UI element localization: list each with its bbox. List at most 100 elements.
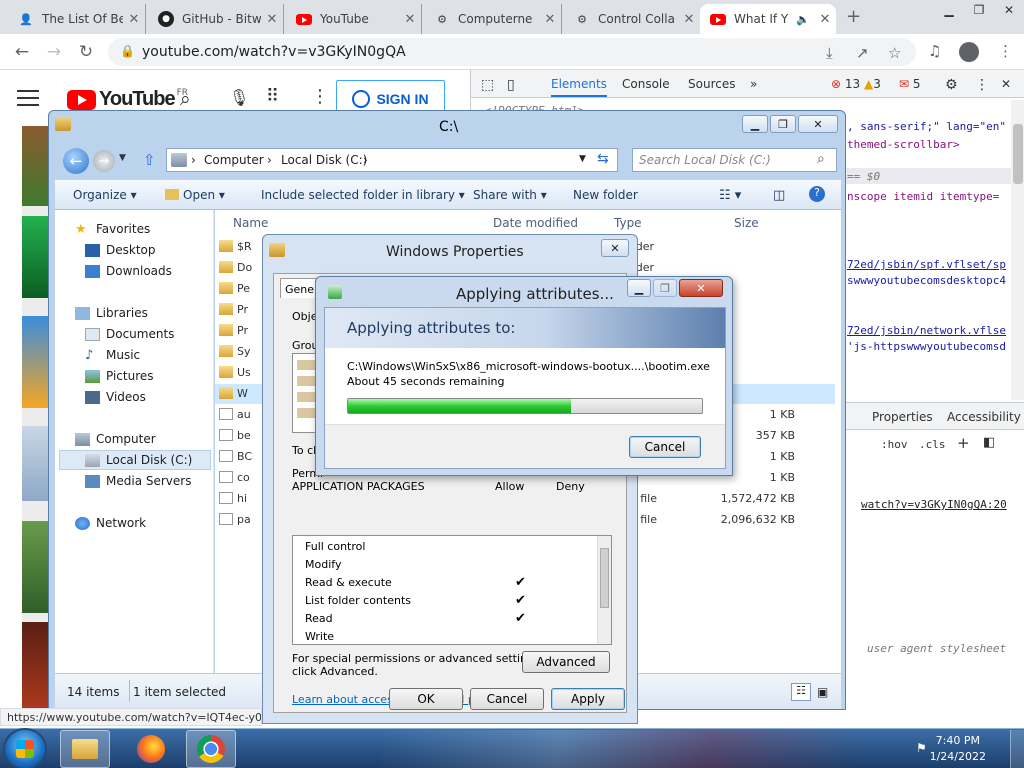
apply-button[interactable]: Apply	[551, 688, 625, 710]
include-in-library-menu[interactable]: Include selected folder in library ▾	[261, 188, 465, 202]
device-toolbar-icon[interactable]: ▯	[507, 77, 515, 93]
back-icon[interactable]: ←	[10, 40, 34, 64]
maximize-button[interactable]: ❐	[770, 115, 796, 133]
nav-local-disk[interactable]: Local Disk (C:)	[85, 453, 192, 467]
nav-libraries[interactable]: Libraries	[75, 306, 148, 320]
dom-line[interactable]: == $0	[847, 170, 880, 183]
column-type[interactable]: Type	[614, 216, 642, 230]
nav-computer[interactable]: Computer	[75, 432, 156, 446]
minimize-button[interactable]: ▁	[742, 115, 768, 133]
organize-menu[interactable]: Organize ▾	[73, 188, 137, 202]
show-desktop-button[interactable]	[1010, 730, 1024, 768]
tab-general[interactable]: Genera	[280, 278, 325, 298]
nav-media-servers[interactable]: Media Servers	[85, 474, 191, 488]
close-tab-icon[interactable]: ✕	[678, 12, 700, 27]
tab-accessibility[interactable]: Accessibility	[947, 410, 1021, 424]
system-clock[interactable]: 7:40 PM 1/24/2022	[930, 733, 986, 765]
column-date-modified[interactable]: Date modified	[493, 216, 578, 230]
close-icon[interactable]: ✕	[994, 0, 1024, 20]
error-count[interactable]: ⊗ 13 ▲3	[831, 77, 881, 91]
nav-downloads[interactable]: Downloads	[85, 264, 172, 278]
tab-sources[interactable]: Sources	[688, 77, 735, 91]
issues-count[interactable]: ✉ 5	[899, 77, 921, 91]
install-icon[interactable]: ⤓	[826, 44, 833, 62]
nav-pictures[interactable]: Pictures	[85, 369, 154, 383]
ok-button[interactable]: OK	[389, 688, 463, 710]
nav-videos[interactable]: Videos	[85, 390, 146, 404]
share-with-menu[interactable]: Share with ▾	[473, 188, 547, 202]
taskbar-chrome-button[interactable]	[186, 730, 236, 768]
browser-tab-active[interactable]: What If Y 🔈 ✕	[700, 4, 836, 34]
advanced-button[interactable]: Advanced	[522, 651, 610, 673]
browser-tab[interactable]: ⚙ Computerne ✕	[424, 4, 562, 34]
cancel-button[interactable]: Cancel	[629, 436, 701, 458]
microphone-icon[interactable]: 🎙	[229, 88, 249, 107]
search-icon[interactable]: ⌕	[180, 88, 191, 110]
youtube-logo[interactable]: YouTube FR	[67, 88, 188, 111]
nav-documents[interactable]: Documents	[85, 327, 174, 341]
scroll-thumb[interactable]	[600, 548, 609, 608]
refresh-icon[interactable]: ⇆	[597, 151, 609, 167]
back-button[interactable]: ←	[63, 148, 89, 174]
share-icon[interactable]: ↗	[856, 44, 869, 62]
address-dropdown-icon[interactable]: ▼	[579, 154, 586, 164]
close-tab-icon[interactable]: ✕	[399, 12, 421, 27]
dom-link[interactable]: 72ed/jsbin/spf.vflset/sp	[847, 258, 1006, 271]
more-tabs-icon[interactable]: »	[750, 77, 757, 91]
menu-kebab-icon[interactable]: ⋮	[998, 42, 1013, 60]
apps-grid-icon[interactable]: ⠿	[266, 86, 279, 107]
hamburger-menu-icon[interactable]	[17, 90, 39, 106]
close-button[interactable]: ✕	[798, 115, 838, 133]
hover-state-button[interactable]: :hov	[881, 438, 908, 451]
help-icon[interactable]: ?	[809, 186, 825, 202]
column-name[interactable]: Name	[233, 216, 268, 230]
devtools-scrollbar[interactable]	[1011, 100, 1024, 400]
speaker-icon[interactable]: 🔈	[796, 13, 810, 26]
address-bar[interactable]: 🔒 youtube.com/watch?v=v3GKyIN0gQA ⤓ ↗ ☆	[108, 38, 916, 66]
minimize-button[interactable]: ▁	[627, 279, 651, 297]
nav-desktop[interactable]: Desktop	[85, 243, 156, 257]
column-size[interactable]: Size	[734, 216, 759, 230]
dom-line[interactable]: nscope itemid itemtype=	[847, 190, 999, 203]
up-folder-icon[interactable]: ⇧	[143, 151, 156, 169]
close-tab-icon[interactable]: ✕	[814, 12, 836, 27]
breadcrumb-computer[interactable]: Computer	[204, 153, 264, 167]
more-options-icon[interactable]: ⋮	[311, 86, 329, 107]
add-rule-icon[interactable]: +	[957, 434, 970, 452]
toggle-sidebar-icon[interactable]: ◧	[983, 435, 995, 450]
permissions-scrollbar[interactable]	[597, 536, 611, 644]
taskbar-explorer-button[interactable]	[60, 730, 110, 768]
minimize-icon[interactable]: ▁	[934, 0, 964, 20]
view-options-icon[interactable]: ☷ ▾	[719, 188, 741, 203]
browser-tab[interactable]: YouTube ✕	[286, 4, 422, 34]
address-bar[interactable]: › Computer › Local Disk (C:) › ▼ ⇆	[166, 148, 618, 172]
nav-music[interactable]: ♪ Music	[85, 348, 140, 362]
tab-console[interactable]: Console	[622, 77, 670, 91]
close-tab-icon[interactable]: ✕	[123, 12, 145, 27]
nav-favorites[interactable]: ★ Favorites	[75, 222, 150, 236]
restore-icon[interactable]: ❐	[964, 0, 994, 20]
nav-network[interactable]: Network	[75, 516, 146, 530]
cancel-button[interactable]: Cancel	[470, 688, 544, 710]
large-icons-view-icon[interactable]: ▣	[817, 685, 828, 699]
media-control-icon[interactable]: ♫	[928, 42, 941, 60]
inspect-element-icon[interactable]: ⬚	[481, 77, 494, 93]
search-icon[interactable]: ⌕	[817, 151, 825, 167]
class-toggle-button[interactable]: .cls	[919, 438, 946, 451]
open-menu[interactable]: Open ▾	[165, 188, 225, 202]
browser-tab[interactable]: ⚙ Control Colla ✕	[564, 4, 700, 34]
search-field[interactable]: Search Local Disk (C:) ⌕	[632, 148, 837, 172]
forward-icon[interactable]: →	[42, 40, 66, 64]
close-button[interactable]: ✕	[601, 239, 629, 257]
new-folder-button[interactable]: New folder	[573, 188, 638, 202]
preview-pane-icon[interactable]: ◫	[773, 188, 785, 203]
dom-line[interactable]: , sans-serif;" lang="en"	[847, 120, 1006, 133]
reload-icon[interactable]: ↻	[74, 40, 98, 64]
dom-line[interactable]: 'js-httpswwwyoutubecomsd	[847, 340, 1006, 353]
close-button[interactable]: ✕	[679, 279, 723, 297]
scroll-thumb[interactable]	[1013, 124, 1023, 184]
start-button[interactable]	[5, 730, 45, 768]
settings-gear-icon[interactable]: ⚙	[945, 77, 958, 93]
browser-tab[interactable]: ● GitHub - Bitw ✕	[148, 4, 284, 34]
browser-tab[interactable]: 👤 The List Of Be ✕	[8, 4, 146, 34]
